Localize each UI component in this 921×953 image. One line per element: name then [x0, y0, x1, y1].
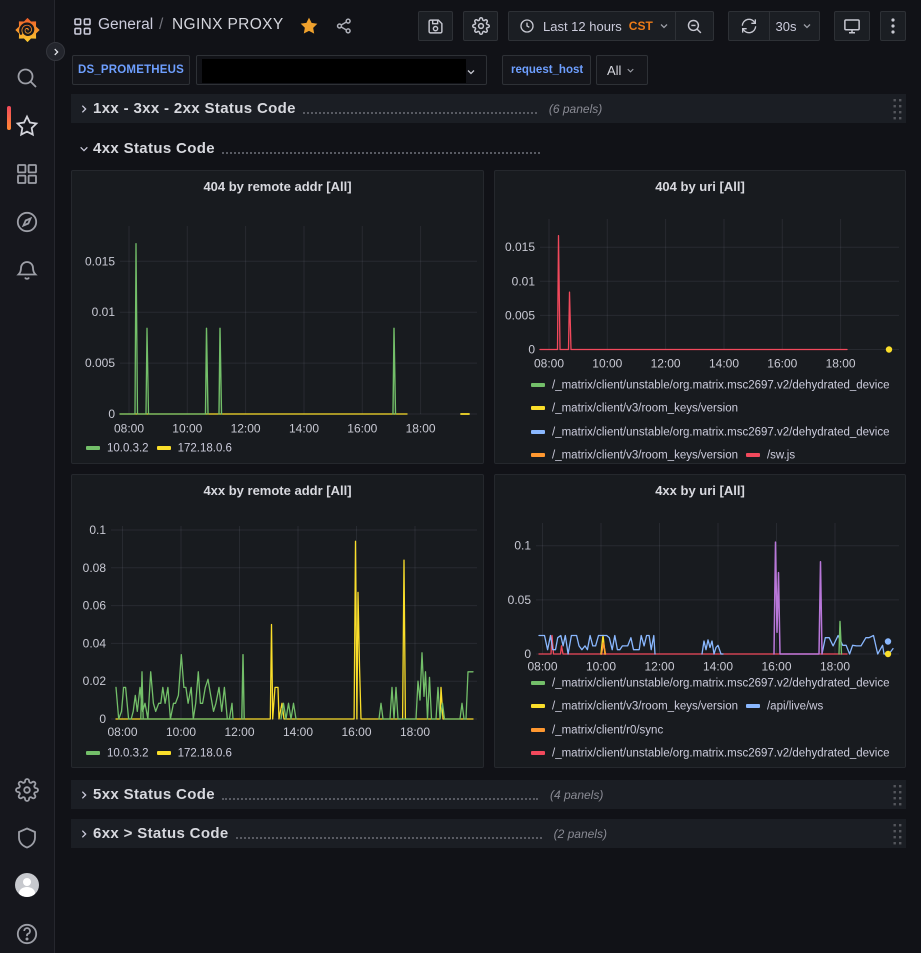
svg-text:0.02: 0.02 [83, 674, 107, 688]
svg-text:0.05: 0.05 [508, 593, 532, 607]
svg-text:0: 0 [528, 343, 535, 357]
svg-text:08:00: 08:00 [534, 357, 564, 371]
svg-text:18:00: 18:00 [826, 357, 856, 371]
svg-text:0.1: 0.1 [514, 539, 531, 553]
svg-text:14:00: 14:00 [709, 357, 739, 371]
svg-text:0.01: 0.01 [512, 274, 536, 288]
svg-text:12:00: 12:00 [231, 422, 261, 436]
svg-text:18:00: 18:00 [400, 725, 430, 739]
svg-text:0: 0 [99, 712, 106, 726]
svg-text:0.015: 0.015 [85, 254, 115, 268]
svg-text:08:00: 08:00 [114, 422, 144, 436]
svg-text:10:00: 10:00 [166, 725, 196, 739]
svg-text:12:00: 12:00 [651, 357, 681, 371]
svg-text:0.08: 0.08 [83, 561, 107, 575]
svg-text:18:00: 18:00 [406, 422, 436, 436]
svg-text:16:00: 16:00 [767, 357, 797, 371]
svg-text:10:00: 10:00 [592, 357, 622, 371]
svg-text:12:00: 12:00 [224, 725, 254, 739]
svg-text:14:00: 14:00 [289, 422, 319, 436]
svg-text:10:00: 10:00 [172, 422, 202, 436]
svg-text:0.005: 0.005 [505, 308, 535, 322]
svg-text:16:00: 16:00 [341, 725, 371, 739]
svg-text:16:00: 16:00 [347, 422, 377, 436]
svg-text:0: 0 [108, 407, 115, 421]
svg-text:0.005: 0.005 [85, 356, 115, 370]
svg-text:08:00: 08:00 [107, 725, 137, 739]
svg-text:0.1: 0.1 [89, 523, 106, 537]
svg-text:0.06: 0.06 [83, 599, 107, 613]
svg-text:0.01: 0.01 [92, 305, 116, 319]
svg-text:0.015: 0.015 [505, 240, 535, 254]
svg-text:0.04: 0.04 [83, 636, 107, 650]
svg-text:14:00: 14:00 [283, 725, 313, 739]
